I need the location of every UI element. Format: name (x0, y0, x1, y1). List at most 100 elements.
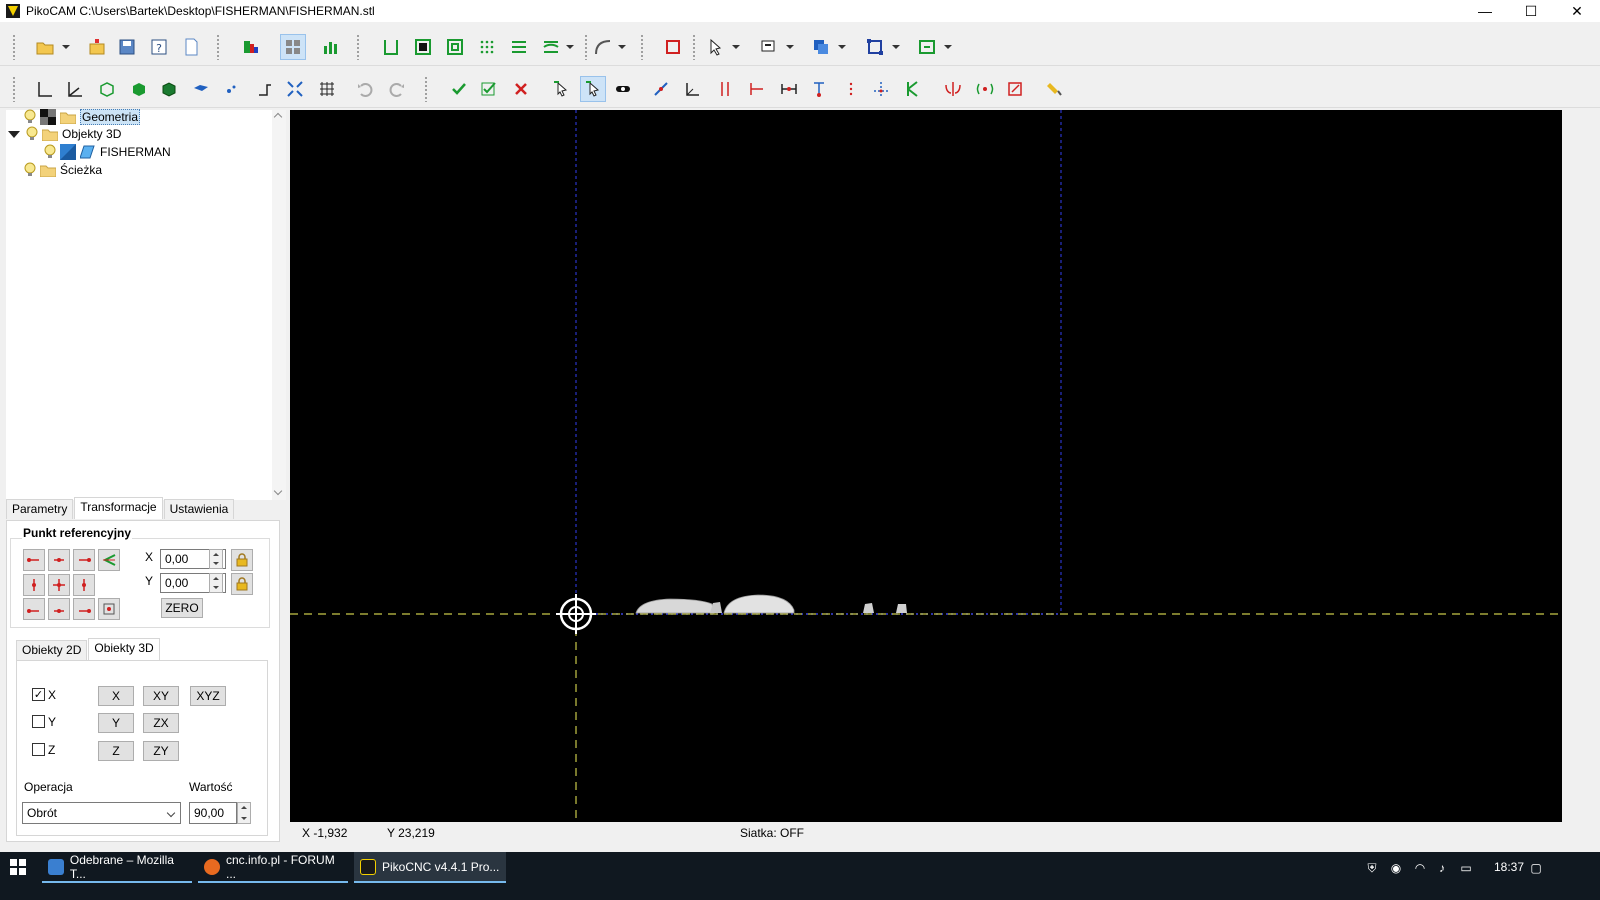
mirror-h-icon[interactable] (940, 76, 966, 102)
curve-icon[interactable] (590, 34, 616, 60)
tree-item-fisherman[interactable]: FISHERMAN (44, 143, 171, 161)
lightbulb-icon[interactable] (24, 162, 36, 178)
contour-dropdown-arrow[interactable] (566, 45, 574, 49)
snap-corner-icon[interactable] (680, 76, 706, 102)
zoom-fit-icon[interactable] (282, 76, 308, 102)
tree-label-path[interactable]: Ścieżka (60, 163, 102, 177)
ref-bottom-center-button[interactable] (48, 598, 70, 620)
scroll-up-icon[interactable] (273, 112, 283, 122)
points-icon[interactable] (218, 76, 244, 102)
cancel-icon[interactable] (508, 76, 534, 102)
help-icon[interactable]: ? (146, 34, 172, 60)
area-fill-icon[interactable] (410, 34, 436, 60)
operation-value-input[interactable] (189, 802, 237, 824)
snap-point-icon[interactable] (648, 76, 674, 102)
ref-top-center-button[interactable] (48, 549, 70, 571)
volume-tray-icon[interactable]: ♪ (1434, 860, 1450, 876)
tree-item-geometry[interactable]: Geometria (24, 108, 141, 126)
tree-scrollbar[interactable] (272, 110, 286, 500)
axis-z-checkbox[interactable] (32, 743, 45, 756)
tree-item-path[interactable]: Ścieżka (24, 161, 102, 179)
rotate-z-button[interactable]: Z (98, 741, 134, 761)
maximize-button[interactable]: ☐ (1508, 0, 1554, 22)
origin-crosshair-icon[interactable] (556, 594, 596, 634)
task-pikocnc[interactable]: PikoCNC v4.4.1 Pro... (354, 852, 506, 883)
snap-dots-icon[interactable] (838, 76, 864, 102)
open-file-icon[interactable] (32, 34, 58, 60)
undo-icon[interactable] (352, 76, 378, 102)
lock-y-button[interactable] (231, 573, 253, 595)
object-color-icon[interactable] (60, 144, 76, 160)
confirm-icon[interactable] (446, 76, 472, 102)
ref-top-left-button[interactable] (23, 549, 45, 571)
toolbar-grip[interactable] (12, 34, 16, 60)
offset-icon[interactable] (442, 34, 468, 60)
toolbar-grip[interactable] (12, 76, 16, 102)
notifications-icon[interactable]: ▢ (1528, 860, 1544, 876)
toolbar-grip[interactable] (356, 34, 360, 60)
tab-parameters[interactable]: Parametry (6, 499, 74, 519)
zero-button[interactable]: ZERO (161, 598, 203, 618)
toolbar-grip[interactable] (584, 34, 588, 60)
wifi-tray-icon[interactable]: ◠ (1412, 860, 1428, 876)
axis-angle-icon[interactable] (62, 76, 88, 102)
ref-bottom-right-button[interactable] (73, 598, 95, 620)
rotate-xy-button[interactable]: XY (143, 686, 179, 706)
ref-custom-button[interactable] (98, 549, 120, 571)
axis-y-checkbox[interactable] (32, 715, 45, 728)
snap-cross-icon[interactable] (868, 76, 894, 102)
chart-view-icon[interactable] (318, 34, 344, 60)
layer-color-icon[interactable] (40, 109, 56, 125)
start-button[interactable] (0, 852, 36, 882)
toolbar-grip[interactable] (640, 34, 644, 60)
tree-item-objects-3d[interactable]: Objekty 3D (6, 125, 121, 143)
3d-viewport[interactable] (290, 110, 1562, 822)
task-firefox[interactable]: cnc.info.pl - FORUM ... (198, 852, 348, 883)
cube-flat-icon[interactable] (188, 76, 214, 102)
taskbar-clock[interactable]: 18:37 (1494, 860, 1524, 874)
layers-dropdown-arrow[interactable] (786, 45, 794, 49)
select-dropdown-arrow[interactable] (732, 45, 740, 49)
refresh-dropdown-arrow[interactable] (944, 45, 952, 49)
color-view-icon[interactable] (238, 34, 264, 60)
ref-x-spinner[interactable] (209, 549, 223, 569)
ref-middle-right-button[interactable] (73, 574, 95, 596)
toolbar-grip[interactable] (216, 34, 220, 60)
operation-select[interactable]: Obrót (22, 802, 181, 824)
select-pointer-icon[interactable] (702, 34, 728, 60)
ref-y-spinner[interactable] (209, 573, 223, 593)
rotate-zy-button[interactable]: ZY (143, 741, 179, 761)
layers-icon[interactable] (756, 34, 782, 60)
snap-top-icon[interactable] (806, 76, 832, 102)
contour-lines-icon[interactable] (538, 34, 564, 60)
tab-transformations[interactable]: Transformacje (74, 497, 163, 519)
refresh-icon[interactable] (914, 34, 940, 60)
pocket-icon[interactable] (378, 34, 404, 60)
operation-value-spinner[interactable] (237, 802, 251, 824)
select-node-icon[interactable] (548, 76, 574, 102)
lightbulb-icon[interactable] (24, 109, 36, 125)
select-move-icon[interactable] (580, 76, 606, 102)
open-dropdown-arrow[interactable] (62, 45, 70, 49)
cube-side-icon[interactable] (156, 76, 182, 102)
axis-corner-icon[interactable] (32, 76, 58, 102)
node-dropdown-arrow[interactable] (892, 45, 900, 49)
tree-label-geometry[interactable]: Geometria (80, 109, 141, 125)
capsule-icon[interactable] (610, 76, 636, 102)
grid-toggle-icon[interactable] (314, 76, 340, 102)
step-icon[interactable] (252, 76, 278, 102)
snap-left-icon[interactable] (744, 76, 770, 102)
rotate-xyz-button[interactable]: XYZ (190, 686, 226, 706)
cube-solid-icon[interactable] (126, 76, 152, 102)
document-icon[interactable] (178, 34, 204, 60)
rotate-zx-button[interactable]: ZX (143, 713, 179, 733)
tree-label-objects-3d[interactable]: Objekty 3D (62, 127, 121, 141)
tree-label-fisherman[interactable]: FISHERMAN (100, 145, 171, 159)
ref-center-button[interactable] (48, 574, 70, 596)
confirm-all-icon[interactable] (476, 76, 502, 102)
steam-tray-icon[interactable]: ◉ (1388, 860, 1404, 876)
minimize-button[interactable]: — (1462, 0, 1508, 22)
snap-vertical-icon[interactable] (712, 76, 738, 102)
tab-settings[interactable]: Ustawienia (163, 499, 235, 519)
lock-x-button[interactable] (231, 549, 253, 571)
